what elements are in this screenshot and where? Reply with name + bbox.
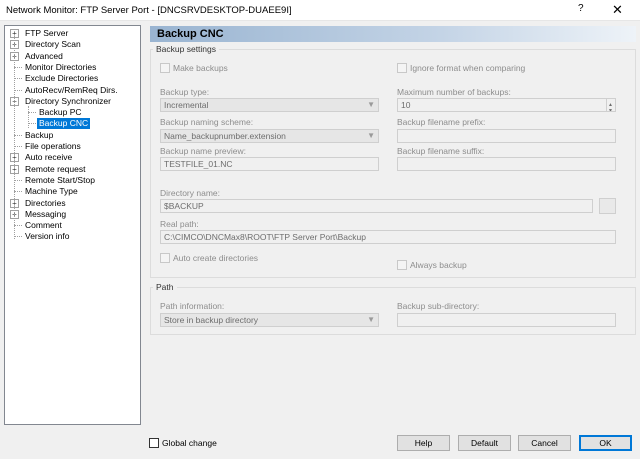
filename-suffix-label: Backup filename suffix: <box>397 146 485 156</box>
tree-item-label: AutoRecv/RemReq Dirs. <box>25 84 118 95</box>
tree-item-label: Advanced <box>25 50 63 61</box>
ignore-format-label: Ignore format when comparing <box>410 63 526 73</box>
tree-connector <box>28 123 36 125</box>
tree-connector <box>14 89 22 91</box>
help-icon[interactable]: ? <box>578 3 584 14</box>
tree-item-label: FTP Server <box>25 28 69 38</box>
tree-connector <box>14 146 22 147</box>
path-group-title: Path <box>153 282 177 292</box>
tree-item-label: Auto receive <box>25 152 73 163</box>
backup-type-label: Backup type: <box>160 87 210 97</box>
tree-branch-line <box>28 105 29 129</box>
filename-suffix-input[interactable] <box>397 157 616 171</box>
name-preview-label: Backup name preview: <box>160 146 246 156</box>
auto-create-dirs-checkbox[interactable] <box>160 253 170 263</box>
tree-item-label: Backup <box>25 129 54 140</box>
chevron-down-icon: ▼ <box>367 100 375 109</box>
sub-directory-label: Backup sub-directory: <box>397 301 480 311</box>
tree-item-label: Monitor Directories <box>25 61 97 72</box>
tree-item-label: Backup PC <box>39 107 82 118</box>
tree-connector <box>28 112 36 114</box>
global-change-checkbox[interactable] <box>149 438 159 448</box>
tree-connector <box>14 225 22 227</box>
help-button[interactable]: Help <box>397 435 450 451</box>
default-button[interactable]: Default <box>458 435 511 451</box>
path-info-select[interactable]: Store in backup directory ▼ <box>160 313 379 327</box>
panel-title: Backup CNC <box>157 28 224 40</box>
naming-scheme-value: Name_backupnumber.extension <box>164 131 286 141</box>
panel-header: Backup CNC <box>150 26 636 42</box>
max-backups-value: 10 <box>401 100 411 110</box>
global-change-label: Global change <box>162 438 217 448</box>
always-backup-checkbox[interactable] <box>397 260 407 270</box>
tree-item-label: Exclude Directories <box>25 73 99 84</box>
real-path-label: Real path: <box>160 219 199 229</box>
directory-name-input[interactable]: $BACKUP <box>160 199 593 213</box>
tree-item-label: Directories <box>25 197 66 208</box>
max-backups-label: Maximum number of backups: <box>397 87 511 97</box>
sub-directory-input[interactable] <box>397 313 616 327</box>
always-backup-label: Always backup <box>410 260 467 270</box>
path-info-label: Path information: <box>160 301 225 311</box>
title-bar: Network Monitor: FTP Server Port - [DNCS… <box>0 0 640 21</box>
tree-connector <box>14 66 22 68</box>
tree-trunk-line <box>14 34 15 240</box>
directory-name-label: Directory name: <box>160 188 220 198</box>
cancel-button[interactable]: Cancel <box>518 435 571 451</box>
ignore-format-checkbox[interactable] <box>397 63 407 73</box>
real-path-field: C:\CIMCO\DNCMax8\ROOT\FTP Server Port\Ba… <box>160 230 616 244</box>
tree-item-label: Remote request <box>25 163 86 174</box>
tree-item-label: Messaging <box>25 208 67 219</box>
name-preview-field: TESTFILE_01.NC <box>160 157 379 171</box>
tree-connector <box>14 236 22 238</box>
tree-item-label: File operations <box>25 141 81 151</box>
max-backups-stepper[interactable]: 10 ▲ ▼ <box>397 98 616 112</box>
naming-scheme-select[interactable]: Name_backupnumber.extension ▼ <box>160 129 379 143</box>
ok-button[interactable]: OK <box>579 435 632 451</box>
backup-type-value: Incremental <box>164 100 209 110</box>
tree-connector <box>14 191 22 193</box>
spin-buttons[interactable]: ▲ ▼ <box>606 99 615 111</box>
backup-type-select[interactable]: Incremental ▼ <box>160 98 379 112</box>
make-backups-label: Make backups <box>173 63 228 73</box>
naming-scheme-label: Backup naming scheme: <box>160 117 254 127</box>
backup-settings-title: Backup settings <box>153 44 220 54</box>
tree-item-label: Backup CNC <box>35 117 92 131</box>
tree-connector <box>14 78 22 80</box>
tree-item-label: Directory Synchronizer <box>25 95 111 106</box>
path-info-value: Store in backup directory <box>164 315 259 325</box>
filename-prefix-label: Backup filename prefix: <box>397 117 486 127</box>
tree-item-label: Directory Scan <box>25 39 81 50</box>
chevron-down-icon: ▼ <box>367 315 375 324</box>
tree-item-label: Version info <box>25 231 70 242</box>
settings-tree[interactable]: + FTP Server + Directory Scan + Advanced Monit… <box>4 25 141 425</box>
tree-item-label: Machine Type <box>25 186 78 197</box>
close-icon[interactable]: ✕ <box>612 2 623 18</box>
browse-directory-button[interactable] <box>599 198 616 214</box>
chevron-down-icon: ▼ <box>367 131 375 140</box>
filename-prefix-input[interactable] <box>397 129 616 143</box>
auto-create-dirs-label: Auto create directories <box>173 253 259 263</box>
make-backups-checkbox[interactable] <box>160 63 170 73</box>
window-title: Network Monitor: FTP Server Port - [DNCS… <box>6 5 292 16</box>
tree-item-label: Remote Start/Stop <box>25 174 95 185</box>
tree-connector <box>14 134 22 136</box>
path-group <box>150 287 636 335</box>
spin-down-icon[interactable]: ▼ <box>608 105 613 111</box>
tree-connector <box>14 179 22 181</box>
tree-item-label: Comment <box>25 220 62 231</box>
